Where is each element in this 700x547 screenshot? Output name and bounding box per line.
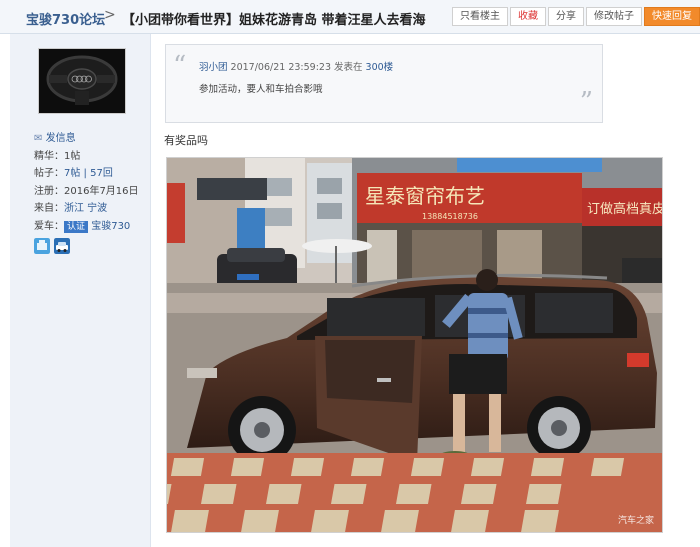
avatar[interactable] [38,48,126,114]
posts-count-link[interactable]: 7帖 | 57回 [64,168,113,179]
open-quote-icon: “ [173,51,187,81]
post-photo[interactable]: 星泰窗帘布艺 13884518736 订做高档真皮 汽车之家 [166,157,663,533]
share-button[interactable]: 分享 [548,7,584,26]
thread-title: 【小团带你看世界】姐妹花游青岛 带着汪星人去看海 [122,13,426,28]
post-content: “ ” 羽小团 2017/06/21 23:59:23 发表在 300楼 参加活… [151,34,700,547]
edit-post-button[interactable]: 修改帖子 [586,7,642,26]
quote-floor-link[interactable]: 300楼 [366,62,394,73]
quick-reply-button[interactable]: 快速回复 [644,7,700,26]
svg-text:星泰窗帘布艺: 星泰窗帘布艺 [365,184,485,208]
quote-block: “ ” 羽小团 2017/06/21 23:59:23 发表在 300楼 参加活… [165,44,603,123]
medal-icon-blue[interactable] [34,238,50,254]
location-link[interactable]: 浙江 宁波 [64,203,107,214]
close-quote-icon: ” [579,87,593,117]
posts-label: 帖子： [34,168,64,179]
favorite-button[interactable]: 收藏 [510,7,546,26]
forum-link[interactable]: 宝骏730论坛 [26,9,105,28]
car-model-link[interactable]: 宝骏730 [91,221,130,232]
from-label: 来自： [34,203,64,214]
breadcrumb-separator: > [104,7,116,23]
svg-text:13884518736: 13884518736 [422,212,478,221]
car-label: 爱车： [34,220,64,232]
quote-time: 2017/06/21 23:59:23 发表在 [230,62,363,73]
steering-wheel-photo [39,49,125,113]
medals [34,238,139,254]
send-message-link[interactable]: 发信息 [46,133,76,144]
quote-meta: 羽小团 2017/06/21 23:59:23 发表在 300楼 [199,59,393,73]
reply-text: 有奖品吗 [164,134,208,147]
quote-author-link[interactable]: 羽小团 [199,62,228,73]
sign-right: 订做高档真皮 [587,201,662,217]
only-author-button[interactable]: 只看楼主 [452,7,508,26]
registered-date: 注册：2016年7月16日 [34,185,139,197]
verified-badge: 认证 [64,220,89,233]
medal-icon-car[interactable] [54,238,70,254]
car-photo-illustration: 星泰窗帘布艺 13884518736 订做高档真皮 [167,158,662,532]
essence-count: 精华：1帖 [34,150,81,162]
quote-text: 参加活动，要人和车拍合影哦 [199,84,323,95]
thread-actions: 只看楼主 收藏 分享 修改帖子 快速回复 [452,7,700,26]
photo-watermark: 汽车之家 [617,516,654,526]
thread-header: 宝骏730论坛 > 【小团带你看世界】姐妹花游青岛 带着汪星人去看海 只看楼主 … [0,0,700,34]
mail-icon: ✉ [34,133,43,144]
user-info: ✉ 发信息 精华：1帖 帖子：7帖 | 57回 注册：2016年7月16日 来自… [34,130,139,254]
user-sidebar: ✉ 发信息 精华：1帖 帖子：7帖 | 57回 注册：2016年7月16日 来自… [10,34,151,547]
